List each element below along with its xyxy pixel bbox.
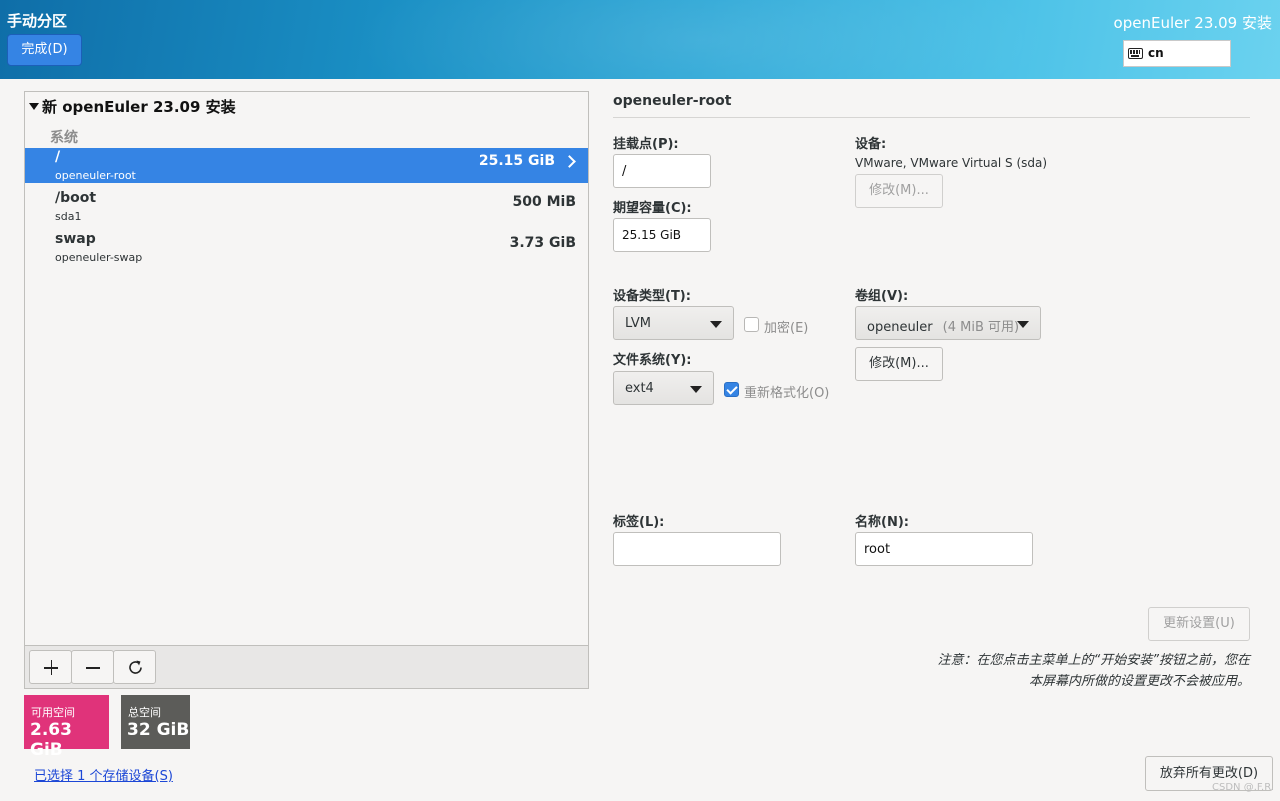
filesystem-value: ext4	[625, 381, 654, 396]
chevron-right-icon	[563, 155, 576, 168]
note-line-2: 本屏幕内所做的设置更改不会被应用。	[1028, 674, 1250, 689]
done-button[interactable]: 完成(D)	[7, 34, 82, 66]
available-space-box: 可用空间 2.63 GiB	[24, 695, 109, 760]
filesystem-select[interactable]: ext4	[613, 371, 714, 405]
name-input[interactable]: root	[855, 532, 1033, 566]
reformat-label: 重新格式化(O)	[744, 386, 830, 401]
volume-group-select[interactable]: openeuler (4 MiB 可用)	[855, 306, 1041, 340]
encrypt-checkbox[interactable]	[744, 317, 759, 332]
watermark: CSDN @.F.R.	[1212, 782, 1274, 793]
mount-row-boot[interactable]: /boot sda1 500 MiB	[25, 189, 588, 224]
mount-point-panel: 新 openEuler 23.09 安装 系统 / openeuler-root…	[24, 91, 589, 689]
dropdown-arrow-icon	[710, 321, 722, 328]
note-line-1: 注意：在您点击主菜单上的“开始安装”按钮之前，您在	[937, 653, 1250, 668]
mount-size: 3.73 GiB	[509, 235, 576, 251]
detail-title: openeuler-root	[613, 93, 732, 109]
detail-divider	[613, 117, 1250, 118]
add-mount-point-button[interactable]	[29, 650, 72, 684]
device-type-select[interactable]: LVM	[613, 306, 734, 340]
page-title: 手动分区	[7, 12, 68, 30]
selected-storage-link[interactable]: 已选择 1 个存储设备(S)	[34, 765, 173, 784]
volume-group-modify-button[interactable]: 修改(M)...	[855, 347, 943, 381]
product-title: openEuler 23.09 安装	[1113, 14, 1272, 32]
section-label-system: 系统	[50, 130, 78, 146]
device-label: 设备:	[855, 137, 887, 152]
mount-point-name: /	[55, 149, 61, 165]
keyboard-icon	[1128, 48, 1143, 59]
remove-mount-point-button[interactable]	[71, 650, 114, 684]
mount-row-root[interactable]: / openeuler-root 25.15 GiB	[25, 148, 588, 183]
refresh-button[interactable]	[113, 650, 156, 684]
name-label: 名称(N):	[855, 515, 909, 530]
device-modify-button[interactable]: 修改(M)...	[855, 174, 943, 208]
mount-row-swap[interactable]: swap openeuler-swap 3.73 GiB	[25, 230, 588, 265]
dropdown-arrow-icon	[690, 386, 702, 393]
encrypt-label: 加密(E)	[764, 321, 809, 336]
volume-group-free: (4 MiB 可用)	[942, 320, 1020, 335]
mount-device-name: openeuler-swap	[55, 251, 143, 264]
volume-group-value: openeuler	[867, 320, 933, 335]
total-space-value: 32 GiB	[127, 720, 190, 740]
total-space-box: 总空间 32 GiB	[121, 695, 190, 749]
device-type-value: LVM	[625, 316, 651, 331]
mount-point-label: 挂载点(P):	[613, 137, 679, 152]
note-text: 注意：在您点击主菜单上的“开始安装”按钮之前，您在 本屏幕内所做的设置更改不会被…	[920, 650, 1250, 692]
reformat-checkbox[interactable]	[724, 382, 739, 397]
mount-point-name: swap	[55, 231, 96, 247]
capacity-label: 期望容量(C):	[613, 201, 692, 216]
mount-size: 25.15 GiB	[478, 153, 555, 169]
total-space-label: 总空间	[128, 706, 161, 719]
mount-size: 500 MiB	[512, 194, 577, 210]
install-tree-heading[interactable]: 新 openEuler 23.09 安装	[29, 96, 236, 117]
filesystem-label: 文件系统(Y):	[613, 353, 692, 368]
available-space-label: 可用空间	[31, 706, 75, 719]
install-tree-label: 新 openEuler 23.09 安装	[42, 98, 236, 116]
keyboard-layout-label: cn	[1148, 46, 1164, 60]
device-name: VMware, VMware Virtual S (sda)	[855, 156, 1048, 170]
volume-group-label: 卷组(V):	[855, 289, 909, 304]
tag-input[interactable]	[613, 532, 781, 566]
mount-point-input[interactable]: /	[613, 154, 711, 188]
header-bar: 手动分区 完成(D) openEuler 23.09 安装 cn	[0, 0, 1280, 79]
update-settings-button[interactable]: 更新设置(U)	[1148, 607, 1250, 641]
tag-label: 标签(L):	[613, 515, 665, 530]
partition-toolbar	[25, 645, 588, 688]
expand-arrow-icon[interactable]	[29, 103, 39, 110]
available-space-value: 2.63 GiB	[30, 720, 72, 760]
refresh-icon	[129, 660, 142, 674]
device-type-label: 设备类型(T):	[613, 289, 691, 304]
keyboard-layout-indicator[interactable]: cn	[1123, 40, 1231, 67]
mount-point-name: /boot	[55, 190, 97, 206]
mount-device-name: sda1	[55, 210, 82, 223]
capacity-input[interactable]: 25.15 GiB	[613, 218, 711, 252]
dropdown-arrow-icon	[1017, 321, 1029, 328]
mount-device-name: openeuler-root	[55, 169, 136, 182]
